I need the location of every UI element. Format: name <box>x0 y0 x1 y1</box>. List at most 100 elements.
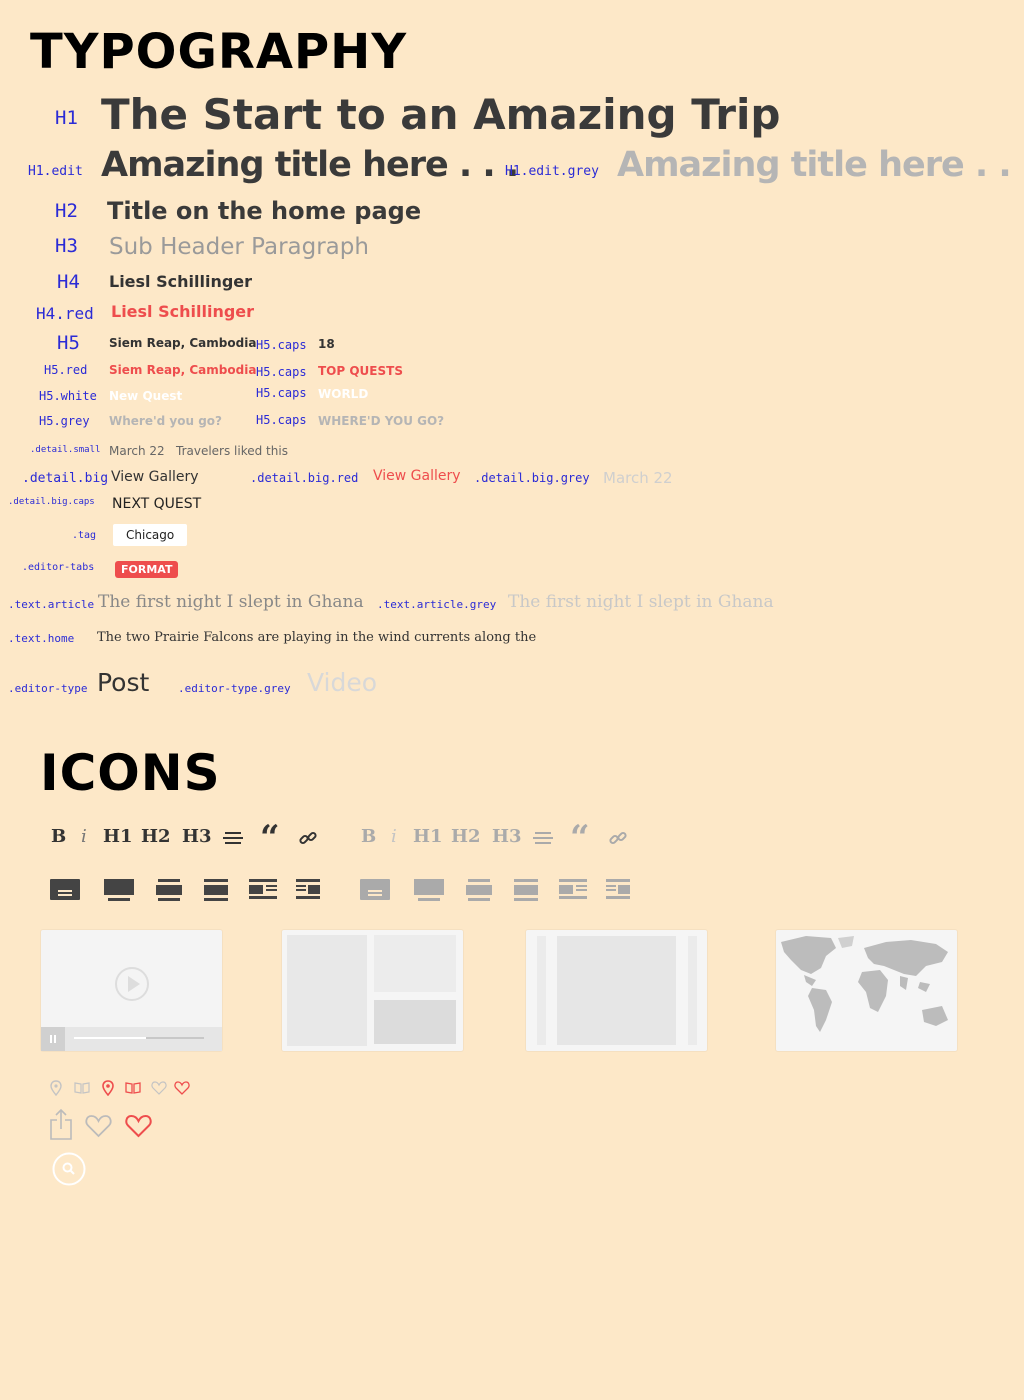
detail-big-caps-sample: NEXT QUEST <box>112 496 202 512</box>
layout-centered-icon-light[interactable] <box>466 879 492 901</box>
heart-icon-small-red[interactable] <box>174 1081 190 1095</box>
layout-float-right-icon[interactable] <box>296 879 320 899</box>
text-home-label: .text.home <box>8 632 75 645</box>
h1-icon[interactable]: H1 <box>103 826 133 847</box>
h5-red-label: H5.red <box>44 363 88 377</box>
h4-sample: Liesl Schillinger <box>109 272 253 291</box>
detail-big-grey-label: .detail.big.grey <box>474 471 590 485</box>
detail-big-red-sample[interactable]: View Gallery <box>373 468 461 484</box>
text-article-grey-label: .text.article.grey <box>377 598 497 611</box>
h2-label: H2 <box>55 200 78 222</box>
pause-button[interactable] <box>41 1027 65 1051</box>
tag-label: .tag <box>72 530 97 541</box>
h4-red-label: H4.red <box>36 304 94 323</box>
bold-icon-light[interactable]: B <box>361 826 376 847</box>
h5-grey-label: H5.grey <box>39 414 90 428</box>
format-tab[interactable]: FORMAT <box>115 561 179 578</box>
editor-type-post[interactable]: Post <box>97 668 149 697</box>
grid-block-left <box>287 935 367 1046</box>
detail-big-grey-sample: March 22 <box>603 469 673 487</box>
editor-type-video[interactable]: Video <box>307 668 377 697</box>
book-icon-grey[interactable] <box>74 1082 90 1094</box>
typography-heading: TYPOGRAPHY <box>30 24 408 80</box>
editor-type-label: .editor-type <box>8 682 88 695</box>
h5-red-sample: Siem Reap, Cambodia <box>109 363 257 377</box>
book-icon-red[interactable] <box>125 1082 141 1094</box>
video-progress-fill <box>74 1037 146 1039</box>
h1-edit-label: H1.edit <box>28 164 83 179</box>
detail-small-label: .detail.small <box>30 445 101 455</box>
location-pin-icon-red[interactable] <box>102 1080 114 1096</box>
detail-big-label: .detail.big <box>22 471 109 486</box>
layout-wide-icon-light[interactable] <box>514 879 538 901</box>
detail-big-sample[interactable]: View Gallery <box>111 469 199 485</box>
grid-block-bottom-right <box>374 1000 456 1044</box>
quote-icon-light[interactable]: “ <box>570 818 590 858</box>
heart-icon-red[interactable] <box>125 1114 152 1138</box>
layout-centered-icon[interactable] <box>156 879 182 901</box>
detail-big-red-label: .detail.big.red <box>250 471 359 485</box>
layout-caption-icon-light[interactable] <box>360 879 390 900</box>
text-home-sample: The two Prairie Falcons are playing in t… <box>97 630 537 645</box>
editor-type-grey-label: .editor-type.grey <box>178 682 291 695</box>
search-icon[interactable] <box>52 1152 86 1186</box>
layout-fullwidth-icon[interactable] <box>104 879 134 901</box>
h1-edit-sample: Amazing title here . . . <box>101 145 519 185</box>
carousel-placeholder[interactable] <box>526 930 707 1051</box>
video-placeholder[interactable] <box>41 930 222 1051</box>
link-icon-light[interactable] <box>609 829 627 847</box>
grid-block-top-right <box>374 935 456 992</box>
strikethrough-icon[interactable] <box>223 830 243 846</box>
h2-icon-light[interactable]: H2 <box>451 826 481 847</box>
editor-tabs-label: .editor-tabs <box>22 562 95 573</box>
layout-float-left-icon-light[interactable] <box>559 879 587 899</box>
h3-icon-light[interactable]: H3 <box>492 826 522 847</box>
layout-float-right-icon-light[interactable] <box>606 879 630 899</box>
world-map-icon <box>781 936 948 1032</box>
layout-caption-icon[interactable] <box>50 879 80 900</box>
play-icon[interactable] <box>114 966 150 1002</box>
h3-icon[interactable]: H3 <box>182 826 212 847</box>
grid-layout-placeholder[interactable] <box>282 930 463 1051</box>
h2-icon[interactable]: H2 <box>141 826 171 847</box>
layout-wide-icon[interactable] <box>204 879 228 901</box>
bold-icon[interactable]: B <box>51 826 66 847</box>
h5-caps-label-4: H5.caps <box>256 413 307 427</box>
icons-heading: ICONS <box>40 744 221 802</box>
h4-label: H4 <box>57 271 80 293</box>
location-pin-icon-grey[interactable] <box>50 1080 62 1096</box>
share-icon[interactable] <box>50 1108 72 1140</box>
detail-small-sample-1: March 22 <box>109 444 165 458</box>
italic-icon-light[interactable]: i <box>391 826 397 847</box>
italic-icon[interactable]: i <box>81 826 87 847</box>
h1-icon-light[interactable]: H1 <box>413 826 443 847</box>
h5-caps-label-2: H5.caps <box>256 365 307 379</box>
heart-icon-grey[interactable] <box>85 1114 112 1138</box>
h1-edit-grey-label: H1.edit.grey <box>505 164 599 179</box>
map-placeholder[interactable] <box>776 930 957 1051</box>
h1-sample: The Start to an Amazing Trip <box>101 90 781 139</box>
quote-icon[interactable]: “ <box>260 818 280 858</box>
layout-fullwidth-icon-light[interactable] <box>414 879 444 901</box>
h5-white-sample: New Quest <box>109 389 183 403</box>
h4-red-sample: Liesl Schillinger <box>111 302 255 321</box>
h2-sample: Title on the home page <box>107 197 422 225</box>
h5-grey-sample: Where'd you go? <box>109 414 222 428</box>
strikethrough-icon-light[interactable] <box>533 830 553 846</box>
carousel-prev-slide <box>537 936 546 1045</box>
tag-chicago[interactable]: Chicago <box>113 524 188 546</box>
video-controls <box>41 1027 222 1051</box>
h3-sample: Sub Header Paragraph <box>109 234 369 260</box>
heart-icon-small-grey[interactable] <box>151 1081 167 1095</box>
h5-caps-sample-4: WHERE'D YOU GO? <box>318 414 445 428</box>
h1-edit-grey-sample: Amazing title here . . . <box>617 145 1024 185</box>
detail-small-sample-2: Travelers liked this <box>176 444 288 458</box>
link-icon[interactable] <box>299 829 317 847</box>
h3-label: H3 <box>55 235 78 257</box>
detail-big-caps-label: .detail.big.caps <box>8 497 95 507</box>
layout-float-left-icon[interactable] <box>249 879 277 899</box>
h5-white-label: H5.white <box>39 389 97 403</box>
h1-label: H1 <box>55 107 78 129</box>
text-article-label: .text.article <box>8 598 95 611</box>
h5-label: H5 <box>57 332 80 354</box>
